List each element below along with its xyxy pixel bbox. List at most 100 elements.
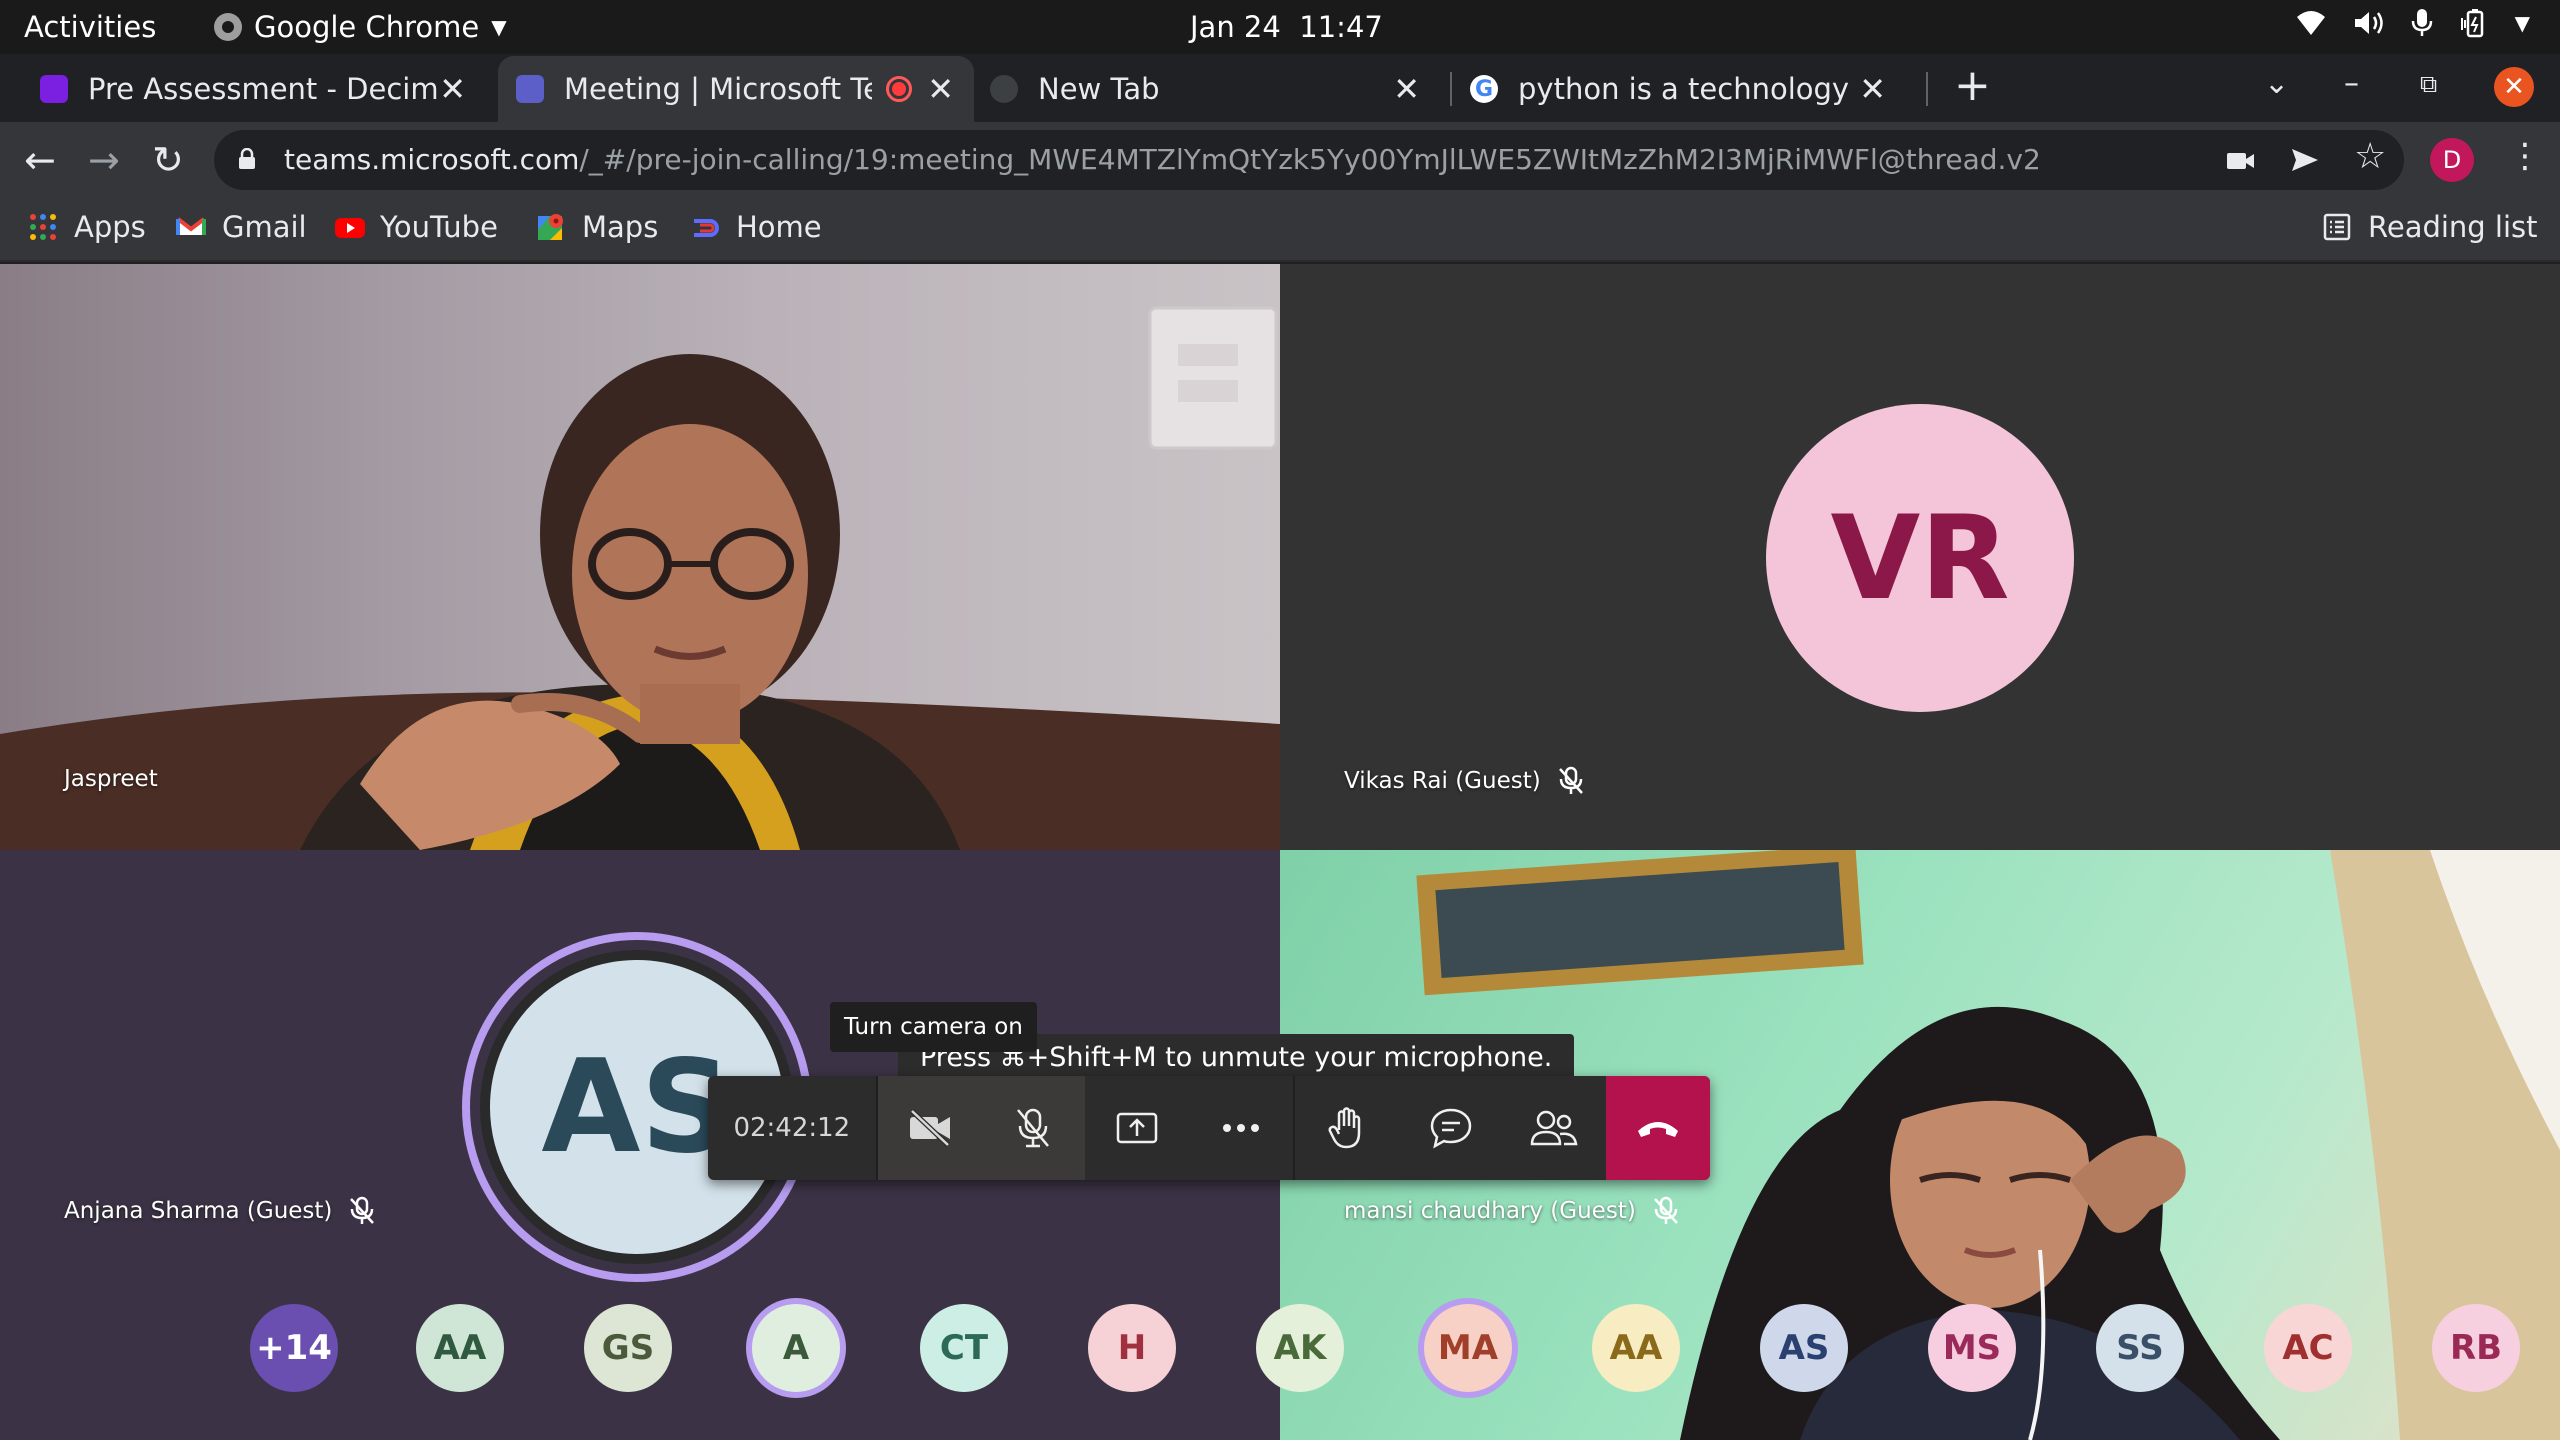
camera-toggle-button[interactable] (877, 1076, 982, 1180)
home-icon (690, 212, 720, 242)
participants-button[interactable] (1502, 1076, 1606, 1180)
roster-avatar[interactable]: A (752, 1304, 840, 1392)
camera-permission-icon[interactable] (2226, 142, 2256, 182)
reading-list-button[interactable]: Reading list (2322, 210, 2538, 244)
forward-button[interactable]: → (88, 138, 120, 182)
roster-avatar[interactable]: AA (1592, 1304, 1680, 1392)
lock-icon[interactable] (238, 148, 256, 170)
participant-name: Vikas Rai (Guest) (1344, 766, 1585, 796)
leave-call-button[interactable] (1606, 1076, 1711, 1180)
reading-list-label: Reading list (2368, 210, 2538, 244)
name-label: Vikas Rai (Guest) (1344, 768, 1541, 794)
tab-new-tab[interactable]: New Tab ✕ (990, 56, 1440, 122)
volume-icon (2353, 9, 2385, 37)
chat-button[interactable] (1399, 1076, 1503, 1180)
url-path: /_#/pre-join-calling/19:meeting_MWE4MTZl… (579, 143, 2041, 176)
raise-hand-button[interactable] (1295, 1076, 1399, 1180)
close-icon[interactable]: ✕ (927, 70, 954, 108)
bookmark-maps[interactable]: Maps (536, 210, 658, 244)
tab-divider (1926, 72, 1928, 106)
apps-grid-icon (28, 212, 58, 242)
maps-icon (536, 212, 566, 242)
bookmark-star-icon[interactable]: ☆ (2354, 136, 2386, 177)
close-icon[interactable]: ✕ (1393, 70, 1420, 108)
activities-button[interactable]: Activities (24, 10, 156, 44)
roster-avatar[interactable]: SS (2096, 1304, 2184, 1392)
new-tab-button[interactable]: + (1954, 60, 1991, 111)
back-button[interactable]: ← (24, 138, 56, 182)
bookmark-home[interactable]: Home (690, 210, 822, 244)
tab-title: python is a technology or (1518, 72, 1858, 106)
video-tile-jaspreet[interactable]: Jaspreet (0, 264, 1280, 850)
bookmark-label: Home (736, 210, 822, 244)
bookmark-label: YouTube (380, 210, 498, 244)
menu-kebab-icon[interactable]: ⋮ (2508, 136, 2542, 176)
roster-avatar[interactable]: MS (1928, 1304, 2016, 1392)
roster-avatar[interactable]: GS (584, 1304, 672, 1392)
browser-toolbar: ← → ↻ teams.microsoft.com/_#/pre-join-ca… (0, 122, 2560, 198)
participant-name: Anjana Sharma (Guest) (64, 1196, 376, 1226)
mic-off-icon (1017, 1108, 1050, 1148)
mic-off-icon (1558, 766, 1583, 794)
bookmark-youtube[interactable]: YouTube (334, 210, 498, 244)
tab-strip: Pre Assessment - Decimal ✕ Meeting | Mic… (0, 54, 2560, 122)
roster-overflow-button[interactable]: +14 (250, 1304, 338, 1392)
tab-divider (1450, 72, 1452, 106)
participant-name: Jaspreet (64, 766, 158, 792)
tab-title: New Tab (1038, 72, 1160, 106)
more-actions-button[interactable] (1189, 1076, 1293, 1180)
wifi-icon (2295, 9, 2327, 37)
restore-button[interactable]: ⧉ (2420, 70, 2437, 98)
clock[interactable]: Jan 24 11:47 (1190, 10, 1383, 44)
system-top-bar: Activities Google Chrome ▼ Jan 24 11:47 … (0, 0, 2560, 54)
minimize-button[interactable]: – (2344, 66, 2359, 101)
tab-pre-assessment[interactable]: Pre Assessment - Decimal ✕ (20, 56, 486, 122)
roster-avatar[interactable]: CT (920, 1304, 1008, 1392)
address-bar[interactable]: teams.microsoft.com/_#/pre-join-calling/… (214, 130, 2404, 190)
profile-avatar[interactable]: D (2430, 138, 2474, 182)
mic-off-icon (1653, 1196, 1678, 1224)
meeting-stage: Jaspreet VR Vikas Rai (Guest) AS Anjana … (0, 264, 2560, 1440)
date-label: Jan 24 (1190, 10, 1281, 44)
roster-avatar[interactable]: MA (1424, 1304, 1512, 1392)
forms-icon (40, 75, 68, 103)
video-tile-vikas-rai[interactable]: VR Vikas Rai (Guest) (1280, 264, 2560, 850)
new-tab-icon (990, 75, 1018, 103)
roster-avatar[interactable]: H (1088, 1304, 1176, 1392)
recording-icon (886, 76, 912, 102)
microphone-toggle-button[interactable] (981, 1076, 1086, 1180)
roster-avatar[interactable]: RB (2432, 1304, 2520, 1392)
chevron-down-icon: ▼ (491, 15, 507, 39)
name-label: Jaspreet (64, 766, 158, 792)
app-menu[interactable]: Google Chrome ▼ (214, 10, 507, 44)
bookmark-apps[interactable]: Apps (28, 210, 146, 244)
window-close-button[interactable]: ✕ (2494, 67, 2534, 107)
camera-off-icon (909, 1109, 950, 1147)
url-text[interactable]: teams.microsoft.com/_#/pre-join-calling/… (284, 143, 2041, 176)
close-icon[interactable]: ✕ (1859, 70, 1886, 108)
bookmarks-bar: Apps Gmail YouTube Maps Home Reading lis… (0, 198, 2560, 262)
bookmark-gmail[interactable]: Gmail (176, 210, 307, 244)
teams-icon (516, 75, 544, 103)
roster-avatar[interactable]: AK (1256, 1304, 1344, 1392)
more-icon (1222, 1124, 1259, 1132)
send-icon[interactable] (2290, 142, 2320, 182)
close-icon[interactable]: ✕ (439, 70, 466, 108)
mic-off-icon (350, 1196, 375, 1224)
battery-icon (2459, 8, 2489, 38)
raise-hand-icon (1328, 1107, 1360, 1149)
reload-button[interactable]: ↻ (152, 138, 184, 182)
system-tray[interactable]: ▼ (2295, 8, 2530, 38)
tab-search-button[interactable]: ⌄ (2264, 66, 2289, 101)
roster-avatar[interactable]: AS (1760, 1304, 1848, 1392)
call-timer: 02:42:12 (708, 1076, 878, 1180)
roster-avatar[interactable]: AA (416, 1304, 504, 1392)
tab-google-search[interactable]: G python is a technology or ✕ (1470, 56, 1906, 122)
reading-list-icon (2322, 212, 2352, 242)
tab-meeting-teams[interactable]: Meeting | Microsoft Teams ✕ (498, 56, 974, 122)
share-screen-button[interactable] (1085, 1076, 1189, 1180)
roster-avatar[interactable]: AC (2264, 1304, 2352, 1392)
app-menu-label: Google Chrome (254, 10, 480, 44)
gmail-icon (176, 212, 206, 242)
name-label: Anjana Sharma (Guest) (64, 1198, 333, 1224)
